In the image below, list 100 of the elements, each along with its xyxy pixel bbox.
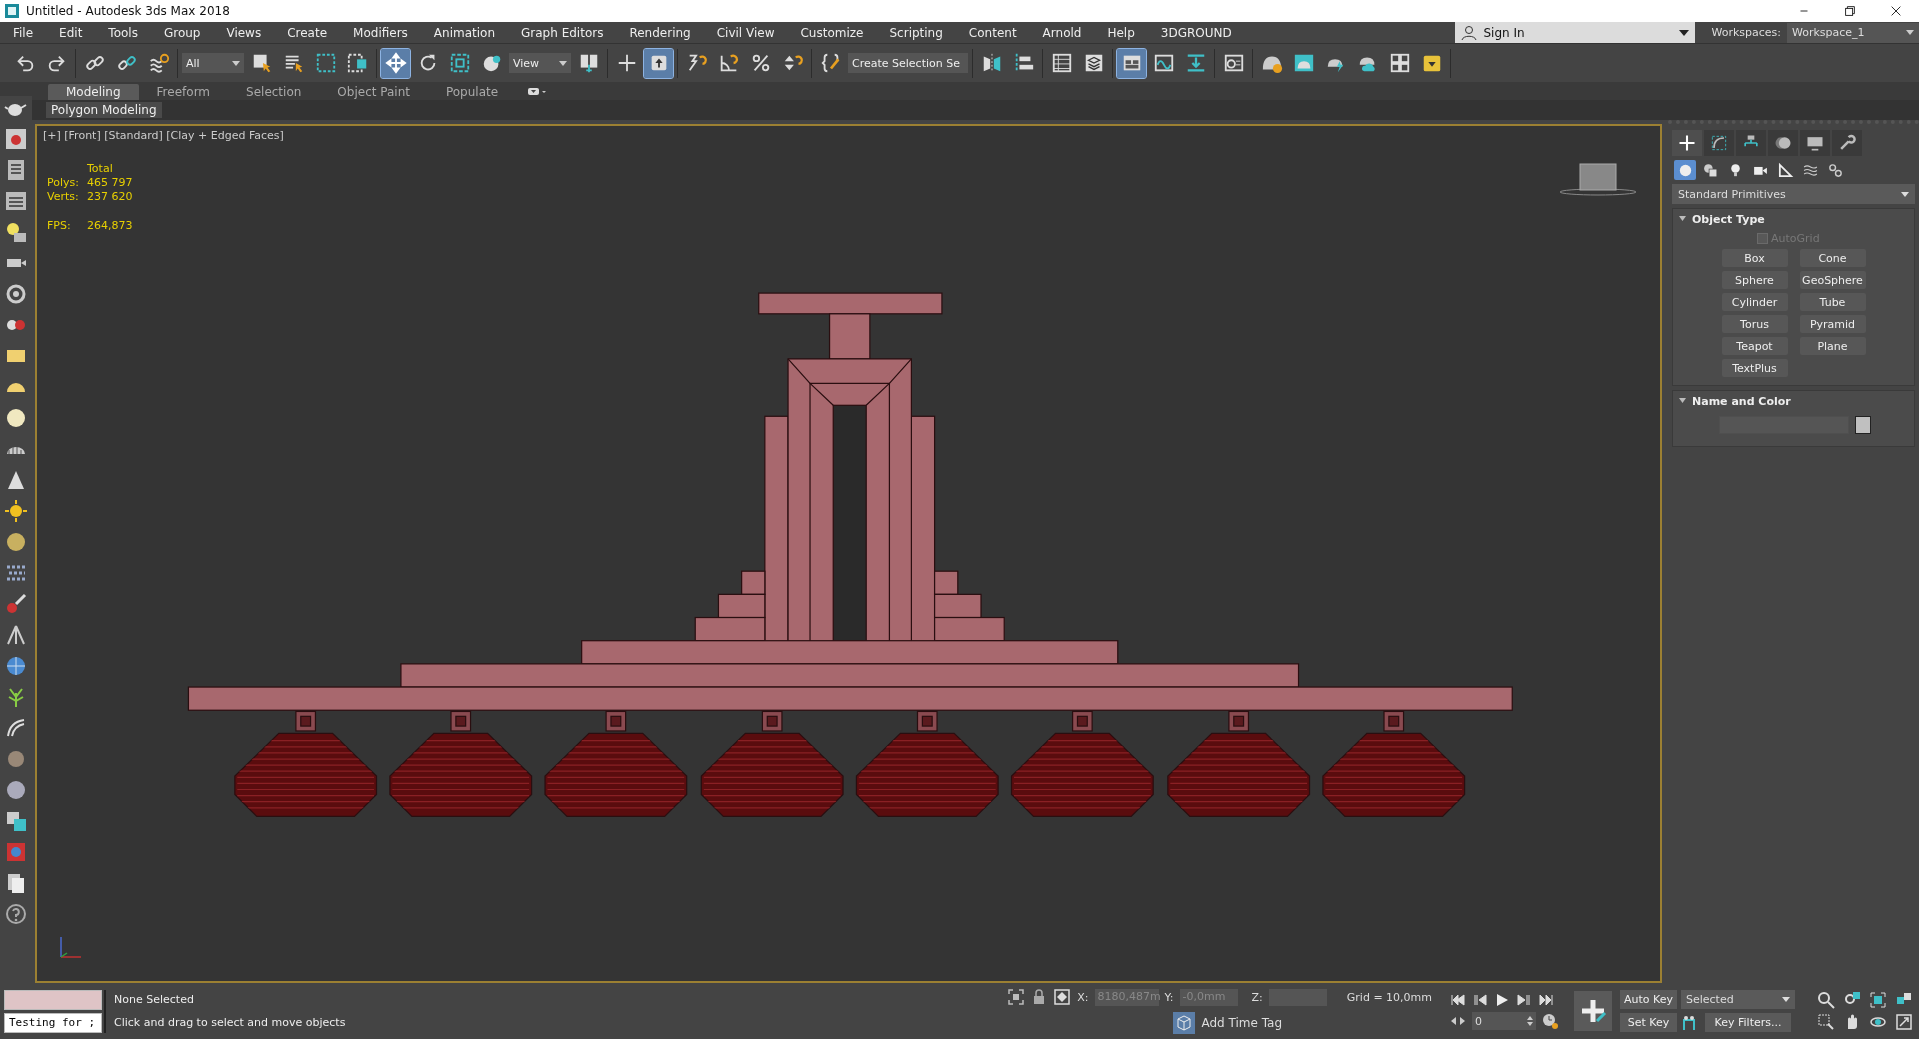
sphere-icon[interactable] bbox=[4, 778, 28, 802]
menu-item[interactable]: Create bbox=[274, 25, 341, 40]
primitive-button[interactable]: Torus bbox=[1721, 315, 1788, 333]
primitive-button[interactable]: Box bbox=[1721, 249, 1788, 267]
primitives-dropdown[interactable]: Standard Primitives bbox=[1672, 184, 1915, 204]
isolate-icon[interactable] bbox=[1007, 988, 1026, 1006]
view-cube-icon[interactable] bbox=[1558, 162, 1638, 196]
ribbon-tab[interactable]: Freeform bbox=[138, 84, 229, 100]
transform-mode-icon[interactable] bbox=[1053, 988, 1072, 1006]
fps-label: FPS: bbox=[47, 219, 72, 232]
primitive-button[interactable]: GeoSphere bbox=[1799, 271, 1866, 289]
motion-tab[interactable] bbox=[1768, 130, 1798, 156]
zoom-icon[interactable] bbox=[1817, 991, 1835, 1009]
spinner-icon bbox=[1527, 1016, 1533, 1026]
ribbon-tab[interactable]: Selection bbox=[228, 84, 320, 100]
key-filters-button[interactable]: Key Filters... bbox=[1705, 1013, 1791, 1032]
menu-item[interactable]: Modifiers bbox=[340, 25, 421, 40]
time-tag-button[interactable] bbox=[1173, 1012, 1196, 1034]
object-list-icon[interactable] bbox=[4, 809, 28, 833]
time-config-icon[interactable] bbox=[1542, 1013, 1558, 1029]
primitive-button[interactable]: Teapot bbox=[1721, 337, 1788, 355]
modify-tab[interactable] bbox=[1704, 130, 1734, 156]
tripod-icon[interactable] bbox=[4, 623, 28, 647]
sign-in-button[interactable]: Sign In bbox=[1455, 22, 1696, 43]
set-key-button[interactable]: Set Key bbox=[1620, 1013, 1677, 1032]
utilities-tab[interactable] bbox=[1832, 130, 1862, 156]
time-tag-label[interactable]: Add Time Tag bbox=[1201, 1016, 1282, 1030]
menu-item[interactable]: Views bbox=[213, 25, 275, 40]
primitive-button[interactable]: Cone bbox=[1799, 249, 1866, 267]
ribbon-tab[interactable]: Modeling bbox=[48, 84, 139, 100]
key-set-dropdown[interactable]: Selected bbox=[1681, 990, 1795, 1009]
menu-item[interactable]: Arnold bbox=[1029, 25, 1095, 40]
restore-icon[interactable] bbox=[1843, 4, 1857, 18]
primitive-button[interactable]: Sphere bbox=[1721, 271, 1788, 289]
sphere-icon[interactable] bbox=[4, 406, 28, 430]
menu-item[interactable]: Help bbox=[1094, 25, 1148, 40]
primitive-button[interactable]: Cylinder bbox=[1721, 293, 1788, 311]
menu-item[interactable]: Civil View bbox=[703, 25, 788, 40]
menu-item[interactable]: Animation bbox=[420, 25, 509, 40]
frame-field[interactable]: 0 bbox=[1472, 1012, 1536, 1030]
primitive-button[interactable]: Pyramid bbox=[1799, 315, 1866, 333]
menu-item[interactable]: Customize bbox=[787, 25, 877, 40]
color-swatch[interactable] bbox=[1855, 416, 1871, 434]
viewport-label[interactable]: [+] [Front] [Standard] [Clay + Edged Faces] bbox=[43, 129, 284, 142]
workspace-dropdown[interactable]: Workspace_1 bbox=[1787, 22, 1919, 43]
keyboard-override-button[interactable] bbox=[644, 48, 673, 78]
rollout-title[interactable]: Name and Color bbox=[1692, 395, 1791, 408]
display-tab[interactable] bbox=[1800, 130, 1830, 156]
ribbon-panel-tab[interactable]: Polygon Modeling bbox=[46, 102, 162, 118]
orbit-icon[interactable] bbox=[4, 282, 28, 306]
sun-icon[interactable] bbox=[4, 499, 28, 523]
maximize-icon[interactable] bbox=[1895, 1013, 1913, 1031]
render-window-icon[interactable] bbox=[4, 127, 28, 151]
primitive-button[interactable]: Tube bbox=[1799, 293, 1866, 311]
close-icon[interactable] bbox=[1889, 4, 1903, 18]
menu-item[interactable]: Content bbox=[955, 25, 1030, 40]
globe-icon[interactable] bbox=[4, 654, 28, 678]
macro-recorder-field[interactable] bbox=[4, 989, 102, 1010]
color-render-icon[interactable] bbox=[4, 840, 28, 864]
toolbar-dropdown[interactable]: View bbox=[509, 53, 571, 73]
menu-item[interactable]: File bbox=[0, 25, 47, 40]
sphere-icon[interactable] bbox=[4, 530, 28, 554]
zoom-region-icon[interactable] bbox=[1817, 1013, 1835, 1031]
collapse-icon[interactable] bbox=[1679, 398, 1686, 405]
zoom-extents-icon[interactable] bbox=[1869, 991, 1887, 1009]
set-keys-button[interactable] bbox=[1574, 991, 1612, 1031]
slider-panel-icon[interactable] bbox=[4, 189, 28, 213]
play-icon[interactable] bbox=[1494, 992, 1510, 1008]
go-to-start-icon[interactable] bbox=[1450, 992, 1466, 1008]
go-to-end-icon[interactable] bbox=[1538, 992, 1554, 1008]
front-viewport[interactable]: [+] [Front] [Standard] [Clay + Edged Faces] Total Polys: 465 797 Verts: 237 620 FPS: 264,873 bbox=[35, 124, 1662, 983]
next-frame-icon[interactable] bbox=[1516, 992, 1532, 1008]
toolbar-dropdown[interactable]: All bbox=[182, 53, 244, 73]
menu-item[interactable]: Graph Editors bbox=[508, 25, 617, 40]
listener-field[interactable]: Testing for ; bbox=[4, 1012, 102, 1033]
menu-item[interactable]: Scripting bbox=[876, 25, 956, 40]
collapse-icon[interactable] bbox=[1679, 216, 1686, 223]
move-button[interactable] bbox=[381, 48, 410, 78]
create-tab[interactable] bbox=[1672, 130, 1702, 156]
geometry-category-button[interactable] bbox=[1674, 160, 1696, 180]
toolbar-dropdown[interactable]: Create Selection Se bbox=[848, 53, 968, 73]
rollout-title[interactable]: Object Type bbox=[1692, 213, 1765, 226]
ribbon-tab[interactable]: Object Paint bbox=[319, 84, 428, 100]
primitive-button[interactable]: Plane bbox=[1799, 337, 1866, 355]
menu-item[interactable]: Rendering bbox=[616, 25, 704, 40]
menu-item[interactable]: Group bbox=[150, 25, 214, 40]
menu-item[interactable]: Edit bbox=[46, 25, 96, 40]
light-list-icon[interactable] bbox=[4, 220, 28, 244]
previous-frame-icon[interactable] bbox=[1472, 992, 1488, 1008]
render-gallery-icon bbox=[1388, 52, 1411, 74]
hierarchy-tab[interactable] bbox=[1736, 130, 1766, 156]
primitive-button[interactable]: TextPlus bbox=[1721, 359, 1788, 377]
ribbon-options-icon[interactable] bbox=[528, 86, 547, 96]
menu-item[interactable]: 3DGROUND bbox=[1147, 25, 1245, 40]
menu-item[interactable]: Tools bbox=[95, 25, 151, 40]
auto-key-button[interactable]: Auto Key bbox=[1620, 990, 1677, 1009]
brush-icon[interactable] bbox=[4, 592, 28, 616]
ribbon-toggle-button[interactable] bbox=[1117, 48, 1146, 78]
ribbon-tab[interactable]: Populate bbox=[427, 84, 517, 100]
help-icon[interactable] bbox=[4, 902, 28, 926]
